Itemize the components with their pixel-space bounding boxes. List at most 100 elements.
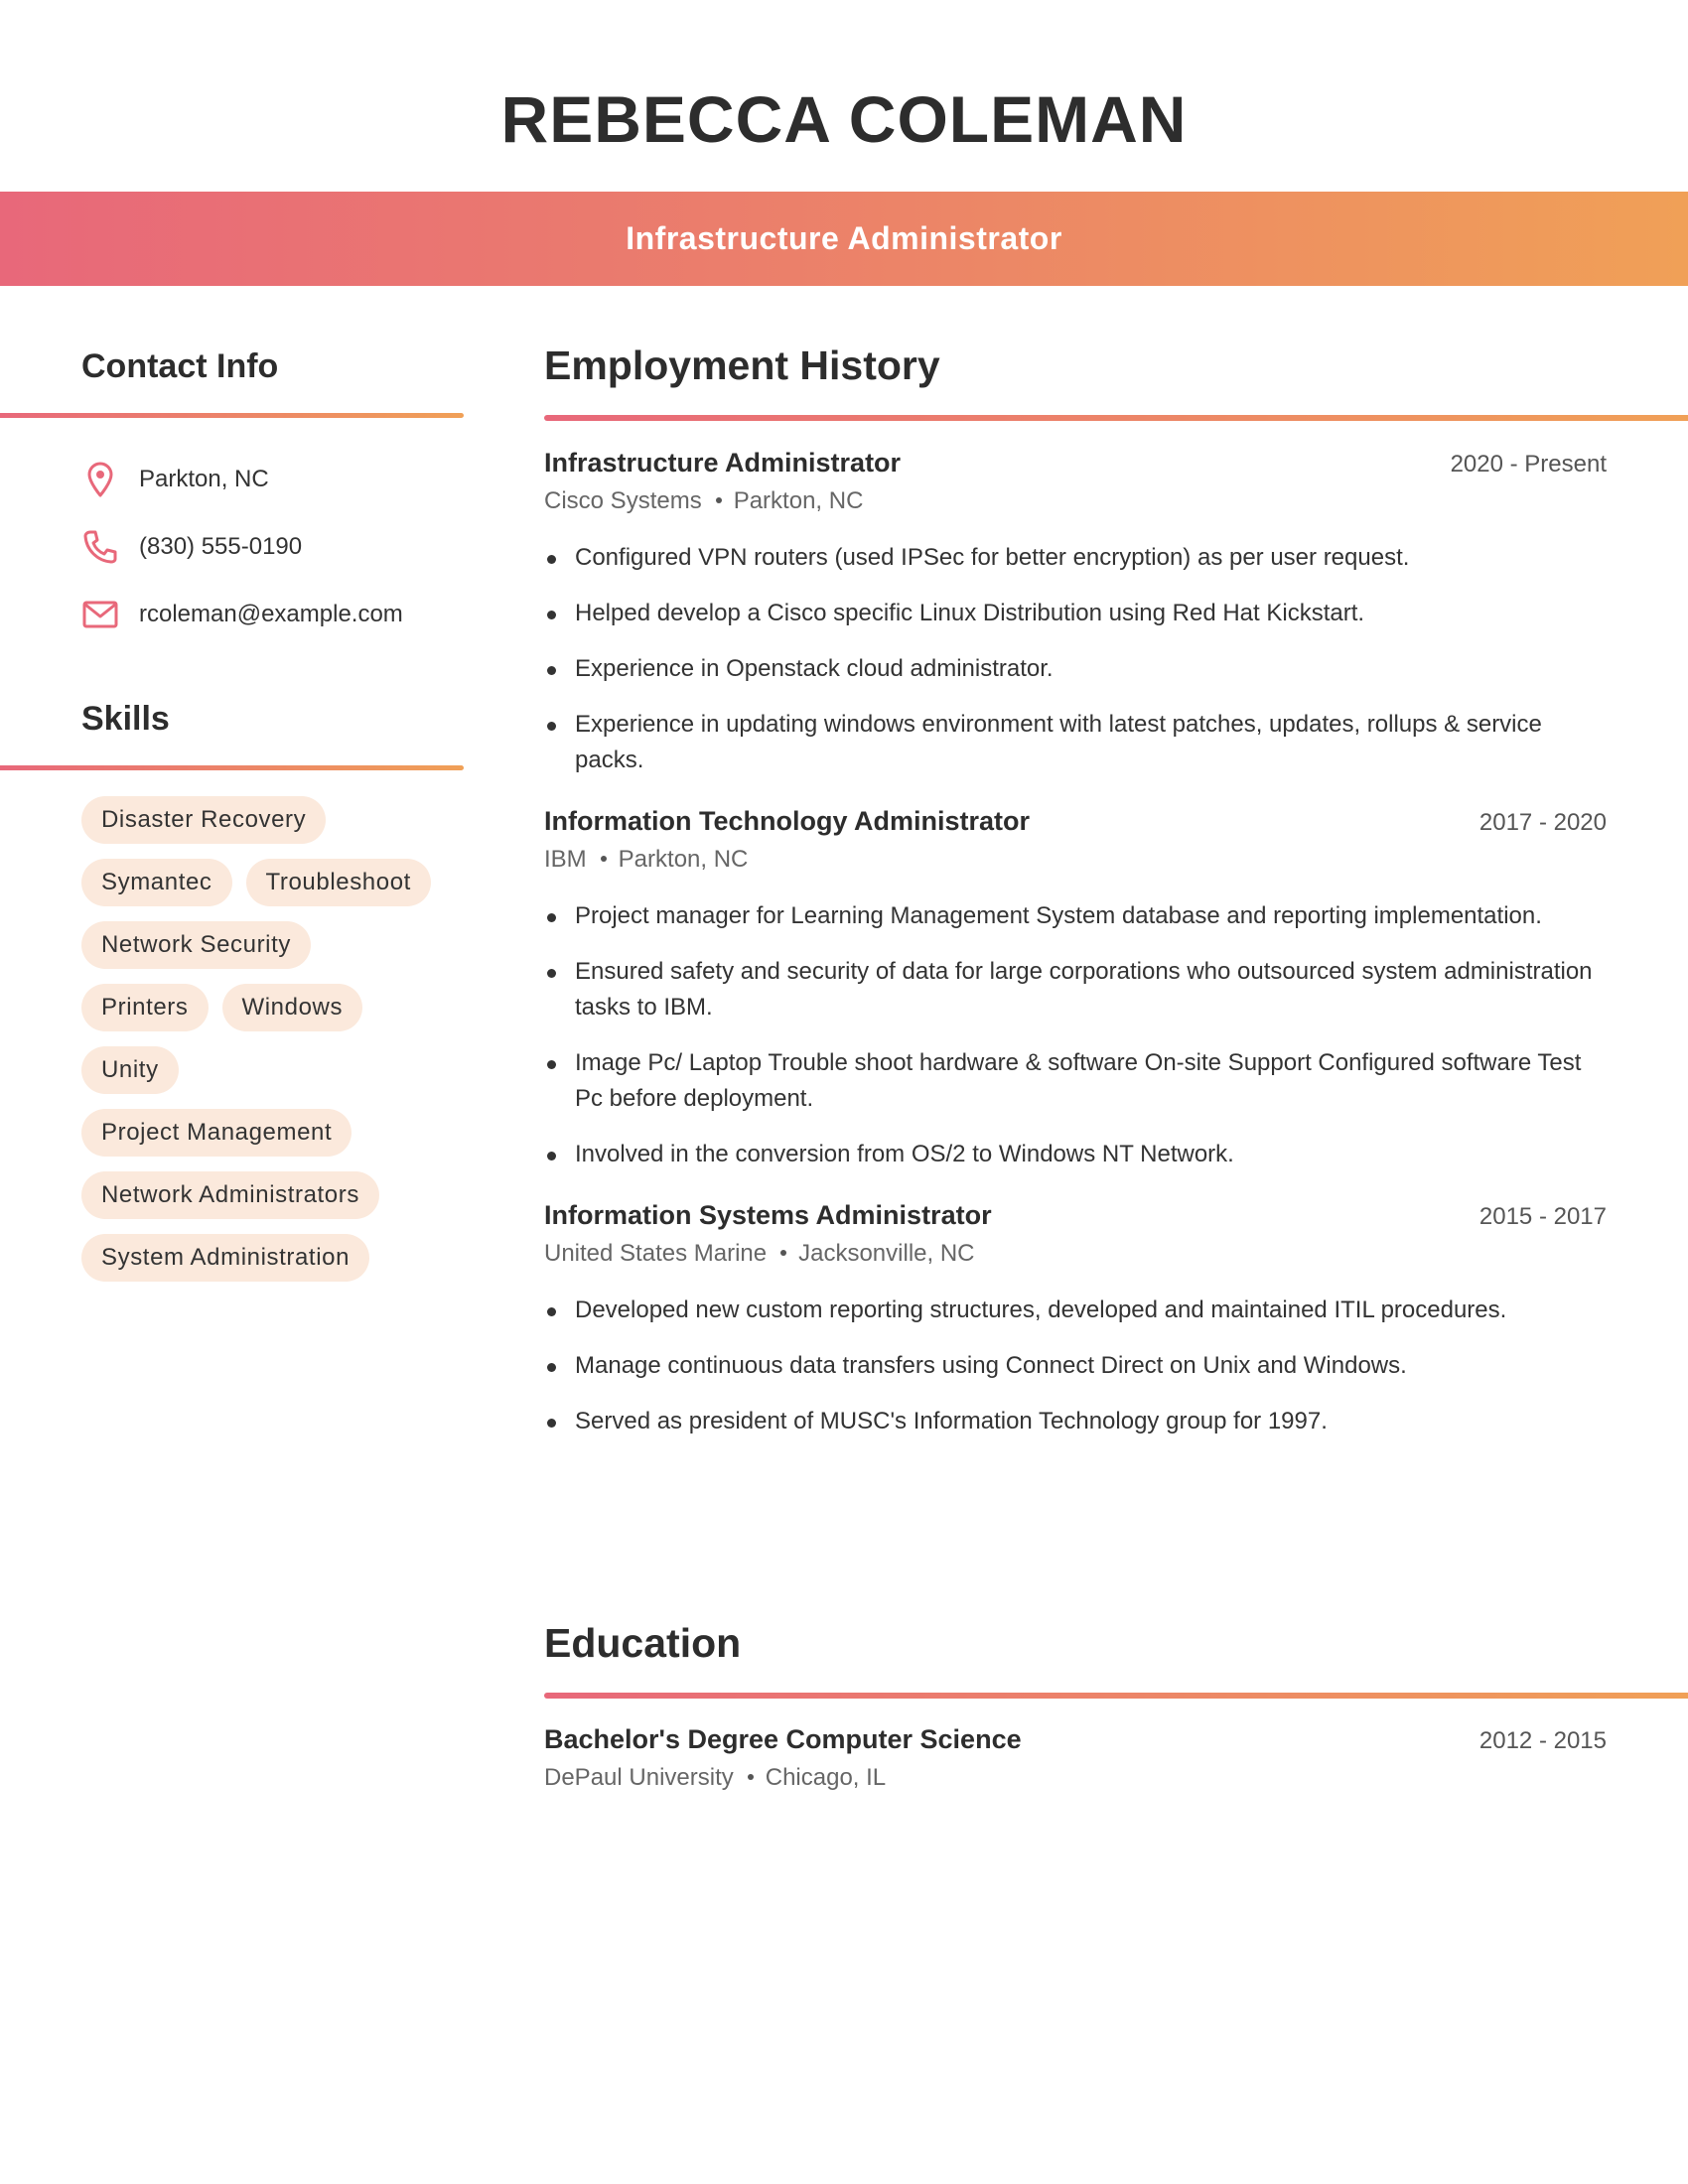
- bullet-dot: [547, 722, 556, 731]
- title-band: Infrastructure Administrator: [0, 192, 1688, 286]
- contact-list: Parkton, NC (830) 555-0190 rcoleman@exam…: [81, 446, 464, 648]
- job-company: United States Marine: [544, 1240, 768, 1267]
- separator-dot: [747, 1773, 754, 1780]
- bullet-text: Image Pc/ Laptop Trouble shoot hardware …: [575, 1049, 1582, 1112]
- bullet-item: Served as president of MUSC's Informatio…: [544, 1404, 1607, 1439]
- contact-location-text: Parkton, NC: [139, 466, 269, 492]
- bullet-text: Experience in updating windows environme…: [575, 711, 1542, 773]
- job-location: Jacksonville, NC: [798, 1240, 975, 1267]
- job-dates: 2017 - 2020: [1478, 809, 1607, 836]
- contact-email[interactable]: rcoleman@example.com: [81, 581, 464, 648]
- skill-chip: Network Administrators: [81, 1171, 379, 1219]
- separator-dot: [780, 1249, 787, 1256]
- section-divider: [0, 413, 464, 418]
- school-location-text: Chicago, IL: [765, 1764, 887, 1791]
- bullet-item: Experience in Openstack cloud administra…: [544, 651, 1607, 687]
- job-bullets: Configured VPN routers (used IPSec for b…: [544, 540, 1607, 778]
- bullet-text: Configured VPN routers (used IPSec for b…: [575, 544, 1410, 571]
- skill-chip: Symantec: [81, 859, 232, 906]
- bullet-text: Helped develop a Cisco specific Linux Di…: [575, 600, 1365, 626]
- phone-icon: [81, 528, 119, 566]
- skill-chip: System Administration: [81, 1234, 370, 1282]
- bullet-dot: [547, 555, 556, 564]
- mail-icon: [81, 596, 119, 633]
- job-entry: Infrastructure Administrator 2020 - Pres…: [544, 448, 1607, 778]
- job-company-location: Cisco Systems Parkton, NC: [544, 487, 1607, 515]
- skill-chip: Unity: [81, 1046, 179, 1094]
- job-title-banner: Infrastructure Administrator: [626, 220, 1062, 256]
- bullet-dot: [547, 1363, 556, 1372]
- contact-phone[interactable]: (830) 555-0190: [81, 513, 464, 581]
- bullet-text: Ensured safety and security of data for …: [575, 958, 1593, 1021]
- school-location: DePaul University Chicago, IL: [544, 1764, 1607, 1792]
- skill-chip: Network Security: [81, 921, 311, 969]
- education-entry: Bachelor's Degree Computer Science 2012 …: [544, 1724, 1607, 1792]
- bullet-text: Served as president of MUSC's Informatio…: [575, 1408, 1328, 1434]
- job-title: Infrastructure Administrator: [544, 448, 902, 478]
- bullet-dot: [547, 969, 556, 978]
- education-section: Education Bachelor's Degree Computer Sci…: [544, 1620, 1688, 1792]
- job-company: IBM: [544, 846, 587, 873]
- job-location: Parkton, NC: [618, 846, 749, 873]
- employment-section: Employment History Infrastructure Admini…: [544, 342, 1688, 1459]
- contact-heading: Contact Info: [81, 347, 279, 385]
- bullet-dot: [547, 1419, 556, 1428]
- job-dates: 2015 - 2017: [1478, 1203, 1607, 1230]
- bullet-item: Configured VPN routers (used IPSec for b…: [544, 540, 1607, 576]
- employment-heading: Employment History: [544, 342, 940, 388]
- bullet-text: Manage continuous data transfers using C…: [575, 1352, 1407, 1379]
- bullet-item: Image Pc/ Laptop Trouble shoot hardware …: [544, 1045, 1607, 1117]
- bullet-dot: [547, 1307, 556, 1316]
- education-heading: Education: [544, 1620, 742, 1666]
- skills-heading: Skills: [81, 700, 170, 738]
- job-dates: 2020 - Present: [1450, 451, 1607, 478]
- separator-dot: [715, 496, 722, 503]
- school: DePaul University: [544, 1764, 734, 1791]
- job-title: Information Systems Administrator: [544, 1200, 992, 1230]
- bullet-text: Involved in the conversion from OS/2 to …: [575, 1141, 1234, 1167]
- skill-chip: Disaster Recovery: [81, 796, 327, 844]
- skill-chip: Windows: [221, 984, 363, 1031]
- skills-list: Disaster Recovery Symantec Troubleshoot …: [81, 796, 439, 1282]
- skill-chip: Printers: [81, 984, 209, 1031]
- contact-phone-text[interactable]: (830) 555-0190: [139, 533, 302, 561]
- bullet-text: Experience in Openstack cloud administra…: [575, 655, 1054, 682]
- separator-dot: [600, 855, 607, 862]
- contact-email-text[interactable]: rcoleman@example.com: [139, 601, 403, 628]
- job-company-location: United States Marine Jacksonville, NC: [544, 1240, 1607, 1268]
- job-title: Information Technology Administrator: [544, 806, 1031, 836]
- skills-section: Skills Disaster Recovery Symantec Troubl…: [0, 700, 464, 1282]
- candidate-name: REBECCA COLEMAN: [500, 82, 1188, 156]
- education-dates: 2012 - 2015: [1478, 1727, 1607, 1754]
- job-bullets: Developed new custom reporting structure…: [544, 1293, 1607, 1439]
- job-location: Parkton, NC: [733, 487, 864, 514]
- bullet-dot: [547, 913, 556, 922]
- location-pin-icon: [81, 461, 119, 498]
- skill-chip: Troubleshoot: [245, 859, 431, 906]
- bullet-item: Developed new custom reporting structure…: [544, 1293, 1607, 1328]
- job-entry: Information Technology Administrator 201…: [544, 806, 1607, 1172]
- job-company: Cisco Systems: [544, 487, 702, 514]
- bullet-dot: [547, 666, 556, 675]
- contact-location: Parkton, NC: [81, 446, 464, 513]
- bullet-item: Experience in updating windows environme…: [544, 707, 1607, 778]
- bullet-item: Manage continuous data transfers using C…: [544, 1348, 1607, 1384]
- bullet-item: Project manager for Learning Management …: [544, 898, 1607, 934]
- degree: Bachelor's Degree Computer Science: [544, 1724, 1022, 1754]
- bullet-text: Developed new custom reporting structure…: [575, 1297, 1507, 1323]
- section-divider: [0, 765, 464, 770]
- bullet-text: Project manager for Learning Management …: [575, 902, 1542, 929]
- bullet-dot: [547, 611, 556, 619]
- bullet-item: Helped develop a Cisco specific Linux Di…: [544, 596, 1607, 631]
- section-divider: [544, 1693, 1688, 1699]
- job-company-location: IBM Parkton, NC: [544, 846, 1607, 874]
- skill-chip: Project Management: [81, 1109, 352, 1157]
- bullet-dot: [547, 1152, 556, 1160]
- section-divider: [544, 415, 1688, 421]
- job-entry: Information Systems Administrator 2015 -…: [544, 1200, 1607, 1439]
- bullet-dot: [547, 1060, 556, 1069]
- contact-section: Contact Info Parkton, NC (830) 555-0190 …: [0, 347, 464, 648]
- job-bullets: Project manager for Learning Management …: [544, 898, 1607, 1172]
- bullet-item: Involved in the conversion from OS/2 to …: [544, 1137, 1607, 1172]
- bullet-item: Ensured safety and security of data for …: [544, 954, 1607, 1025]
